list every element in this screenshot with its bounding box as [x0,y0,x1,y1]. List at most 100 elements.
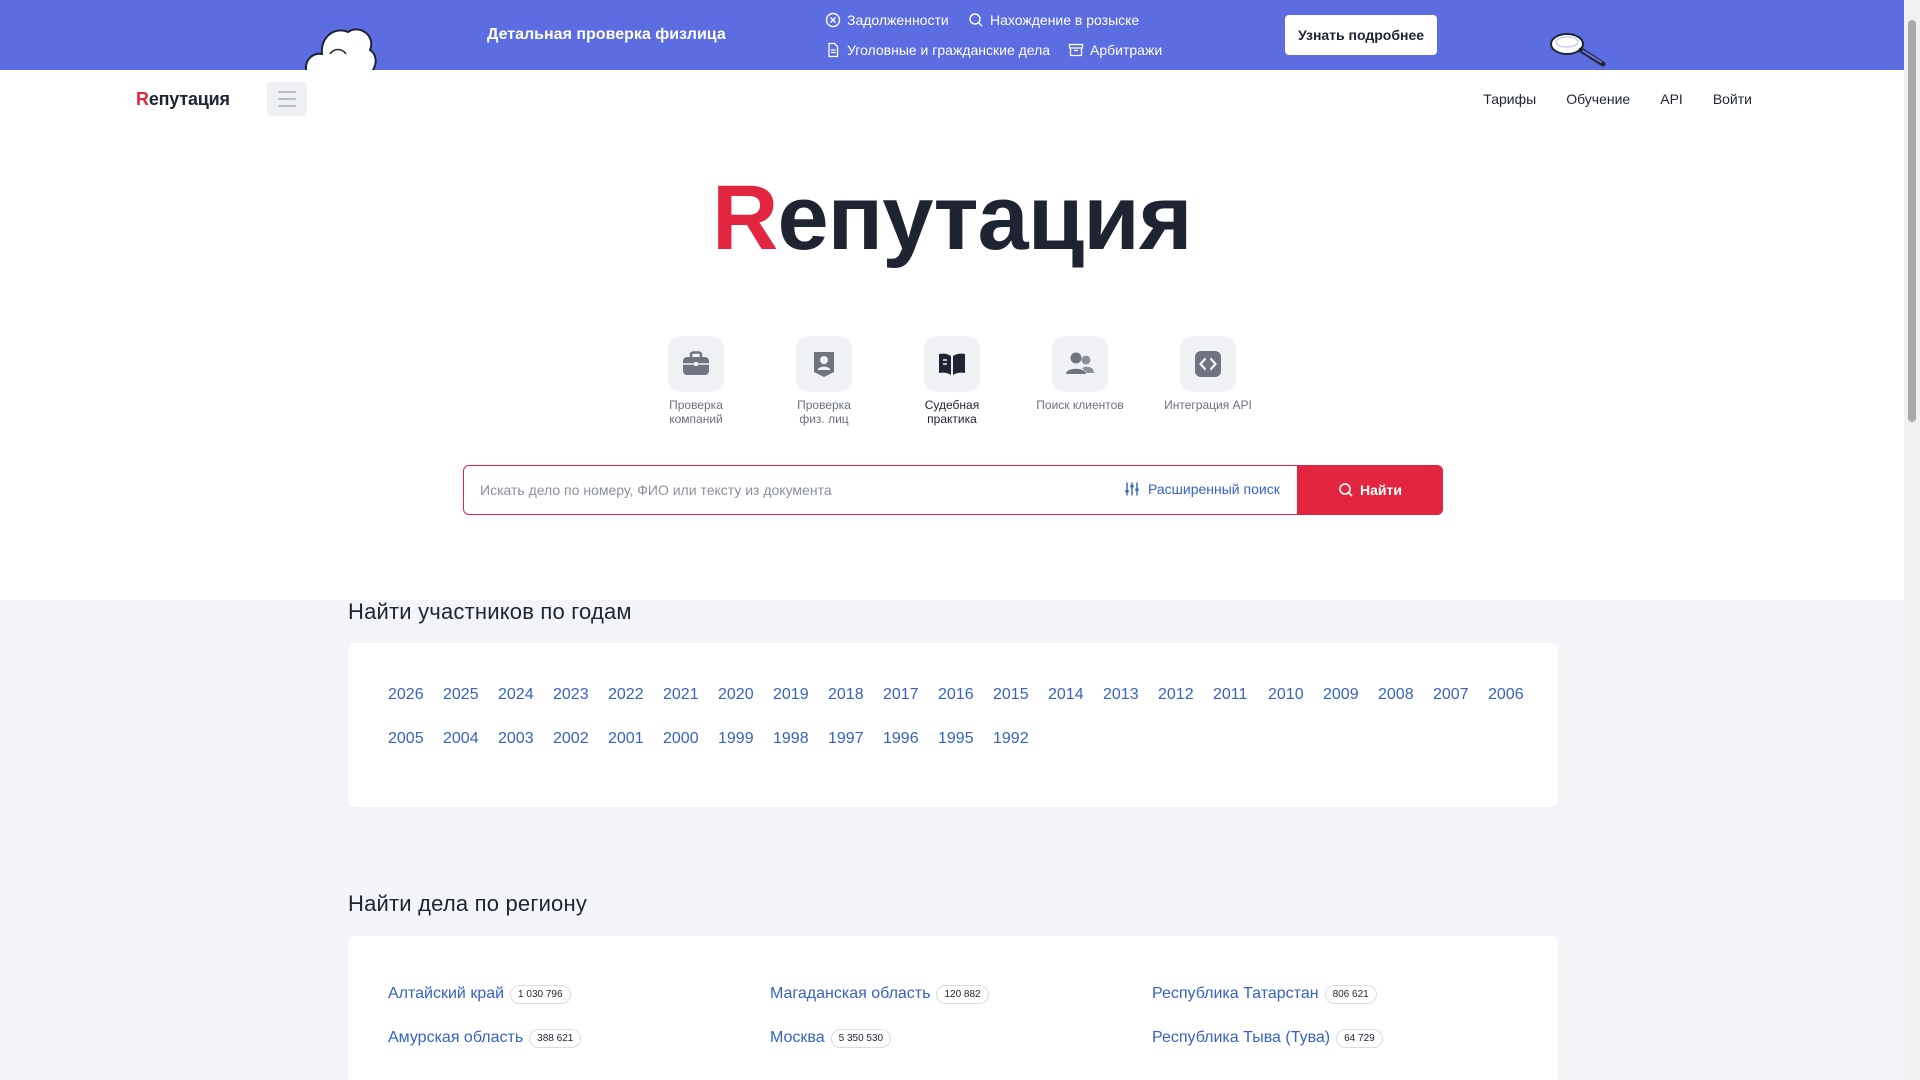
year-link[interactable]: 2010 [1268,683,1306,707]
year-link[interactable]: 2019 [773,683,811,707]
advanced-search-label: Расширенный поиск [1148,481,1280,497]
hamburger-icon-line [278,105,296,107]
logo-text: епутация [148,89,230,109]
year-link[interactable]: 2003 [498,727,536,751]
year-link[interactable]: 2023 [553,683,591,707]
hero-logo: Rепутация [712,166,1193,271]
year-link[interactable]: 2021 [663,683,701,707]
region-item: Республика Татарстан 806 621 [1152,982,1534,1006]
find-button[interactable]: Найти [1297,465,1443,515]
year-link[interactable]: 2016 [938,683,976,707]
region-item: Алтайский край 1 030 796 [388,982,770,1006]
quick-link-label: компаний [669,412,723,426]
learn-more-button[interactable]: Узнать подробнее [1285,15,1437,55]
hero-section: Rепутация Проверка компаний Проверка физ. … [0,130,1904,600]
region-link[interactable]: Амурская область [388,1026,523,1050]
year-link[interactable]: 1999 [718,727,756,751]
year-link[interactable]: 2026 [388,683,426,707]
region-item: Республика Тыва (Тува) 64 729 [1152,1026,1534,1050]
year-link[interactable]: 2020 [718,683,756,707]
users-icon [1066,352,1094,374]
region-item: Москва 5 350 530 [770,1026,1152,1050]
promo-feature-debts: Задолженности [825,12,949,28]
nav-learning[interactable]: Обучение [1566,91,1630,107]
quick-link-court-practice[interactable]: Судебная практика [897,336,1007,426]
year-link[interactable]: 2024 [498,683,536,707]
briefcase-icon [683,351,709,375]
promo-feature-arbitrage: Арбитражи [1068,42,1162,58]
year-link[interactable]: 2013 [1103,683,1141,707]
promo-banner: Детальная проверка физлица Задолженности… [0,0,1904,70]
menu-button[interactable] [267,82,307,116]
year-link[interactable]: 2011 [1213,683,1251,707]
search-icon [969,13,983,27]
nav-pricing[interactable]: Тарифы [1483,91,1536,107]
promo-feature-label: Уголовные и гражданские дела [847,42,1051,58]
region-link[interactable]: Москва [770,1026,825,1050]
cloud-illustration-icon [304,28,377,70]
year-link[interactable]: 1992 [993,727,1031,751]
archive-box-icon [1068,43,1084,57]
year-link[interactable]: 1996 [883,727,921,751]
regions-section-title: Найти дела по региону [348,891,588,916]
region-case-count-badge: 1 030 796 [510,984,571,1004]
year-link[interactable]: 2004 [443,727,481,751]
quick-link-api-integration[interactable]: Интеграция API [1153,336,1263,412]
quick-link-label: Интеграция API [1164,398,1252,412]
hamburger-icon-line [278,91,296,93]
region-link[interactable]: Республика Тыва (Тува) [1152,1026,1330,1050]
top-nav: Тарифы Обучение API Войти [1483,91,1752,107]
region-case-count-badge: 5 350 530 [830,1028,892,1048]
find-button-label: Найти [1360,482,1402,498]
quick-link-label: Проверка [797,398,851,412]
quick-link-client-search[interactable]: Поиск клиентов [1025,336,1135,412]
quick-link-label: Поиск клиентов [1036,398,1124,412]
years-list: 2026 2025 2024 2023 2022 2021 2020 2019 2018 2017… [388,683,1528,751]
nav-login[interactable]: Войти [1713,91,1752,107]
search-input[interactable] [480,466,1100,514]
open-book-icon [939,353,965,375]
year-link[interactable]: 2005 [388,727,426,751]
scrollbar-thumb[interactable] [1908,20,1916,422]
page-scrollbar[interactable] [1904,0,1920,1080]
hero-logo-letter-r: R [712,167,778,269]
year-link[interactable]: 2012 [1158,683,1196,707]
person-badge-icon [814,352,834,377]
year-link[interactable]: 1998 [773,727,811,751]
circle-x-icon [825,12,841,28]
quick-link-label: Проверка [669,398,723,412]
hamburger-icon-line [278,98,296,100]
years-section-title: Найти участников по годам [348,599,632,624]
promo-feature-cases: Уголовные и гражданские дела [825,42,1050,58]
header-logo[interactable]: Rепутация [136,89,230,110]
year-link[interactable]: 2000 [663,727,701,751]
region-link[interactable]: Алтайский край [388,982,504,1006]
year-link[interactable]: 2017 [883,683,921,707]
nav-api[interactable]: API [1660,91,1683,107]
year-link[interactable]: 2006 [1488,683,1526,707]
sliders-icon [1125,482,1139,496]
quick-link-companies[interactable]: Проверка компаний [641,336,751,426]
promo-feature-wanted: Нахождение в розыске [968,12,1139,28]
regions-list: Алтайский край 1 030 796 Магаданская облас… [388,982,1538,1050]
quick-link-label: практика [927,412,977,426]
year-link[interactable]: 1997 [828,727,866,751]
year-link[interactable]: 2018 [828,683,866,707]
region-item: Магаданская область 120 882 [770,982,1152,1006]
quick-link-persons[interactable]: Проверка физ. лиц [769,336,879,426]
year-link[interactable]: 2001 [608,727,646,751]
year-link[interactable]: 2015 [993,683,1031,707]
year-link[interactable]: 2014 [1048,683,1086,707]
year-link[interactable]: 2025 [443,683,481,707]
year-link[interactable]: 2007 [1433,683,1471,707]
year-link[interactable]: 2009 [1323,683,1361,707]
year-link[interactable]: 2002 [553,727,591,751]
advanced-search-link[interactable]: Расширенный поиск [1124,481,1280,497]
year-link[interactable]: 2008 [1378,683,1416,707]
year-link[interactable]: 1995 [938,727,976,751]
region-case-count-badge: 64 729 [1336,1028,1383,1048]
region-link[interactable]: Республика Татарстан [1152,982,1319,1006]
year-link[interactable]: 2022 [608,683,646,707]
search-bar: Расширенный поиск Найти [463,465,1443,515]
region-link[interactable]: Магаданская область [770,982,930,1006]
